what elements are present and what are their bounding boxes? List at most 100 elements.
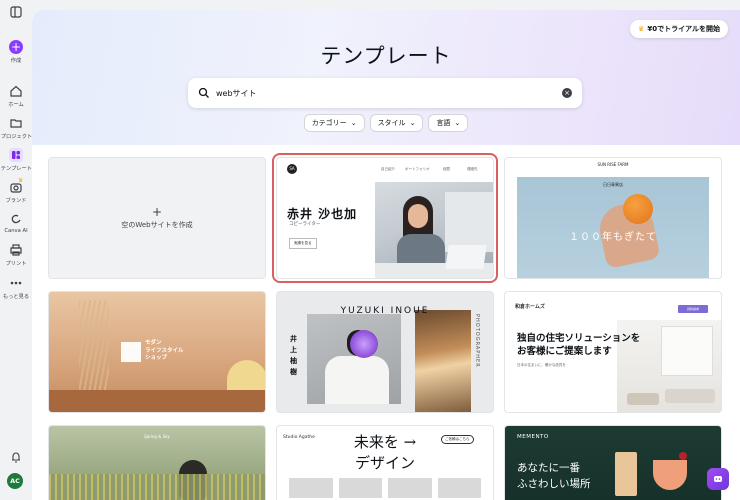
template-photo xyxy=(375,182,493,278)
template-name: 赤井 沙也加 xyxy=(287,207,358,221)
flowers-image xyxy=(49,474,265,500)
assistant-icon xyxy=(714,476,722,482)
template-logo: 和倉ホームズ xyxy=(515,304,545,310)
cherry-image xyxy=(679,452,687,460)
template-job: コピーライター xyxy=(289,222,321,227)
template-caption: １００年もぎたて xyxy=(569,232,657,243)
create-blank-website-card[interactable]: + 空のWebサイトを作成 xyxy=(48,157,266,279)
filter-bar: カテゴリー ⌄ スタイル ⌄ 言語 ⌄ xyxy=(32,114,740,132)
sidebar-item-label: 作成 xyxy=(10,58,22,64)
trial-button[interactable]: ♛ ¥0でトライアルを開始 xyxy=(630,20,728,38)
plus-icon: + xyxy=(9,40,23,54)
template-headline-line: 独自の住宅ソリューションを xyxy=(517,333,641,344)
more-icon xyxy=(10,281,22,285)
sidebar: + 作成 ホーム プロジェクト テンプレート ♛ ブランド Canva AI プ… xyxy=(0,0,32,500)
sidebar-item-brand[interactable]: ブランド xyxy=(0,180,32,204)
home-icon xyxy=(10,85,22,97)
template-brand-name: 日日青果店 xyxy=(603,182,623,187)
template-logo xyxy=(121,342,141,362)
search-icon xyxy=(198,87,209,98)
filter-language[interactable]: 言語 ⌄ xyxy=(428,114,469,132)
templates-icon xyxy=(9,148,23,162)
template-nav-item: 連絡先 xyxy=(467,167,478,171)
table-image xyxy=(49,390,265,412)
folder-icon xyxy=(10,119,22,128)
sidebar-item-label: プロジェクト xyxy=(0,134,33,140)
template-brand-top: SUN RISE FARM xyxy=(597,162,629,167)
canva-ai-icon xyxy=(11,214,21,224)
template-card-spring[interactable]: Spring & Sky xyxy=(48,425,266,500)
sidebar-item-label: ホーム xyxy=(8,102,24,108)
filter-label: 言語 xyxy=(436,119,451,127)
template-subtext: 日本の住まいに、確かな品質を xyxy=(517,363,566,367)
sidebar-item-label: プリント xyxy=(5,261,27,267)
template-headline-line: 未来を → xyxy=(353,433,417,451)
clear-search-icon[interactable]: × xyxy=(562,88,572,98)
template-logo: SA xyxy=(287,164,297,174)
sidebar-toggle-icon xyxy=(10,6,22,18)
sidebar-item-label: テンプレート xyxy=(0,166,33,172)
avatar[interactable]: AC xyxy=(7,473,23,489)
template-headline: 未来を → デザイン xyxy=(277,432,493,474)
orange-image xyxy=(623,194,653,224)
notification-bell-icon[interactable] xyxy=(9,450,23,464)
filter-label: スタイル xyxy=(377,119,406,127)
sidebar-item-create[interactable]: + 作成 xyxy=(0,40,32,64)
chevron-down-icon: ⌄ xyxy=(409,119,416,127)
pampas-image xyxy=(79,300,109,390)
brand-icon xyxy=(10,183,22,193)
sidebar-item-print[interactable]: プリント xyxy=(0,243,32,267)
template-card-fruit-shop[interactable]: SUN RISE FARM 日日青果店 １００年もぎたて xyxy=(504,157,722,279)
template-headline-line: お客様にご提案します xyxy=(517,346,612,357)
template-heading: YUZUKI INOUE xyxy=(340,306,430,316)
template-nav-item: ポートフォリオ xyxy=(405,167,430,171)
template-title: モダン ライフスタイル ショップ xyxy=(145,340,184,363)
chevron-down-icon: ⌄ xyxy=(350,119,357,127)
crown-icon: ♛ xyxy=(638,25,645,33)
template-card-akai[interactable]: SA 自己紹介 ポートフォリオ 経歴 連絡先 赤井 沙也加 コピーライター 実績… xyxy=(272,153,498,283)
template-title-line: モダン xyxy=(145,340,162,346)
main-panel: ♛ ¥0でトライアルを開始 テンプレート webサイト × カテゴリー ⌄ スタイ… xyxy=(32,10,740,500)
template-signature: Spring & Sky xyxy=(144,434,170,439)
chevron-down-icon: ⌄ xyxy=(454,119,461,127)
assistant-button[interactable] xyxy=(707,468,729,490)
search-bar[interactable]: webサイト × xyxy=(188,78,582,108)
template-vertical-name: 井上柚樹 xyxy=(290,335,297,376)
sidebar-item-label: ブランド xyxy=(5,198,27,204)
sidebar-item-projects[interactable]: プロジェクト xyxy=(0,116,32,140)
template-side-text: PHOTOGRAPHER xyxy=(474,314,480,368)
template-cta: 実績を見る xyxy=(289,238,317,249)
sidebar-item-more[interactable]: もっと見る xyxy=(0,276,32,300)
template-nav-item: 自己紹介 xyxy=(381,167,395,171)
plus-icon: + xyxy=(151,205,163,219)
create-blank-label: 空のWebサイトを作成 xyxy=(121,221,193,229)
trial-button-label: ¥0でトライアルを開始 xyxy=(647,25,720,33)
sidebar-item-canva-ai[interactable]: Canva AI xyxy=(0,212,32,234)
search-input[interactable]: webサイト xyxy=(216,88,562,99)
template-image-row xyxy=(289,478,481,498)
template-card-yuzuki[interactable]: YUZUKI INOUE 井上柚樹 PHOTOGRAPHER xyxy=(276,291,494,413)
sidebar-item-label: もっと見る xyxy=(2,294,30,300)
filter-category[interactable]: カテゴリー ⌄ xyxy=(303,114,365,132)
hero-banner: ♛ ¥0でトライアルを開始 テンプレート webサイト × カテゴリー ⌄ スタイ… xyxy=(32,10,740,145)
print-icon xyxy=(10,244,22,256)
template-title-line: ショップ xyxy=(145,355,168,361)
template-headline: 独自の住宅ソリューションを お客様にご提案します xyxy=(517,332,640,358)
shaker-image xyxy=(615,452,637,496)
sidebar-item-home[interactable]: ホーム xyxy=(0,84,32,108)
template-photo xyxy=(415,310,471,412)
template-title-line: ライフスタイル xyxy=(145,347,184,354)
template-card-lifestyle-shop[interactable]: モダン ライフスタイル ショップ xyxy=(48,291,266,413)
template-headline-line: あなたに一番 xyxy=(517,462,580,474)
page-title: テンプレート xyxy=(320,44,452,68)
template-card-studio[interactable]: Studio Agathe ご依頼はこちら 未来を → デザイン xyxy=(276,425,494,500)
template-button: 資料請求 xyxy=(678,305,708,313)
sidebar-item-templates[interactable]: テンプレート xyxy=(0,148,32,172)
template-headline-line: ふさわしい場所 xyxy=(517,478,591,490)
sidebar-toggle[interactable] xyxy=(0,5,32,19)
filter-label: カテゴリー xyxy=(311,119,347,127)
template-card-memento[interactable]: MEMENTO あなたに一番 ふさわしい場所 xyxy=(504,425,722,500)
filter-style[interactable]: スタイル ⌄ xyxy=(369,114,424,132)
template-headline-line: デザイン xyxy=(354,454,415,472)
template-card-homes[interactable]: 和倉ホームズ 資料請求 独自の住宅ソリューションを お客様にご提案します 日本の… xyxy=(504,291,722,413)
